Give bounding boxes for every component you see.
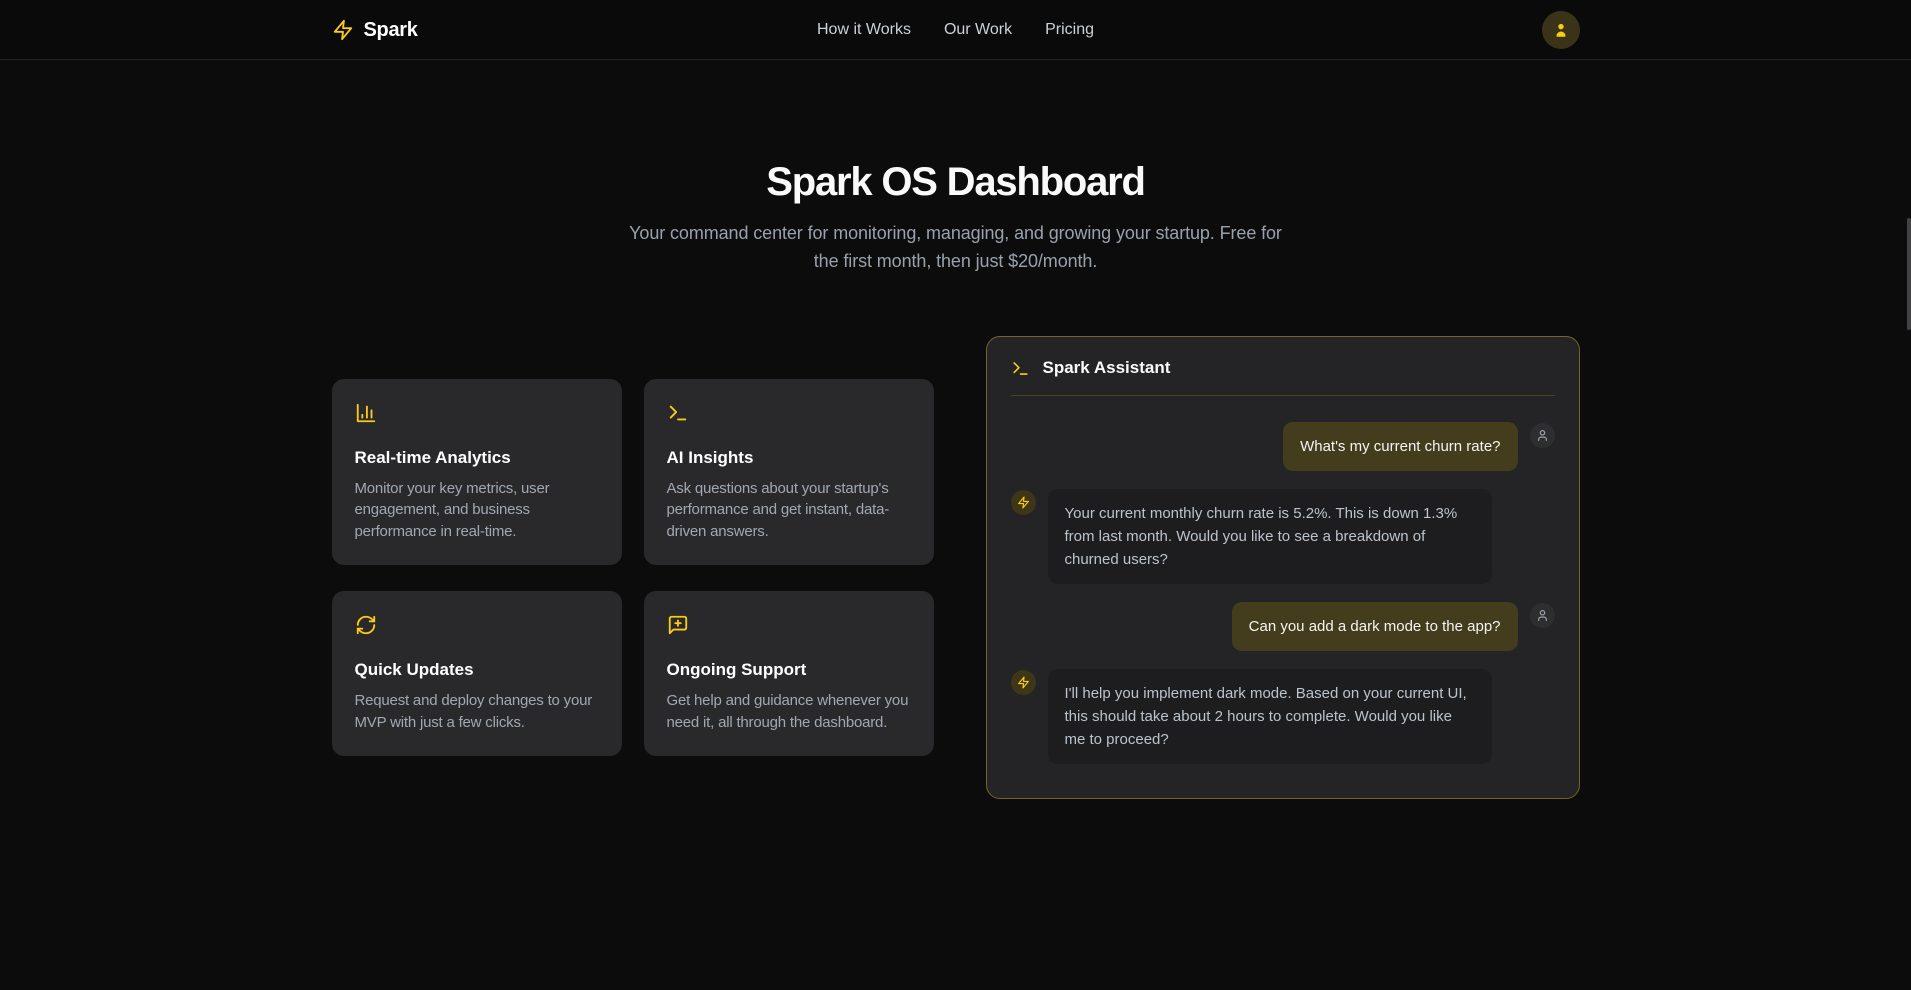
user-icon [1530, 423, 1555, 448]
subtitle-line-2: the first month, then just $20/month. [0, 247, 1911, 275]
feature-card-ongoing-support: Ongoing Support Get help and guidance wh… [644, 591, 934, 756]
scrollbar[interactable] [1907, 218, 1911, 330]
spark-assistant-panel: Spark Assistant What's my current churn … [986, 336, 1580, 799]
card-title: AI Insights [667, 448, 911, 468]
card-title: Real-time Analytics [355, 448, 599, 468]
hero-section: Spark OS Dashboard Your command center f… [0, 60, 1911, 275]
feature-cards-grid: Real-time Analytics Monitor your key met… [332, 379, 934, 757]
zap-icon [1011, 670, 1036, 695]
main-content: Real-time Analytics Monitor your key met… [332, 336, 1580, 799]
chat-message-user: What's my current churn rate? [1011, 422, 1555, 471]
card-description: Get help and guidance whenever you need … [667, 690, 911, 733]
assistant-message-bubble: I'll help you implement dark mode. Based… [1048, 669, 1492, 764]
refresh-icon [355, 614, 377, 636]
user-message-bubble: Can you add a dark mode to the app? [1232, 602, 1518, 651]
card-title: Ongoing Support [667, 660, 911, 680]
chat-message-assistant: I'll help you implement dark mode. Based… [1011, 669, 1555, 764]
divider [1011, 395, 1555, 396]
card-description: Ask questions about your startup's perfo… [667, 478, 911, 543]
zap-icon [332, 19, 354, 41]
main-nav: How it Works Our Work Pricing [817, 21, 1094, 39]
user-icon [1530, 603, 1555, 628]
feature-card-quick-updates: Quick Updates Request and deploy changes… [332, 591, 622, 756]
account-avatar-button[interactable] [1542, 11, 1580, 49]
navbar-container: Spark How it Works Our Work Pricing [332, 0, 1580, 60]
zap-icon [1011, 490, 1036, 515]
page-title: Spark OS Dashboard [0, 158, 1911, 206]
brand-name: Spark [364, 19, 418, 42]
nav-link-how-it-works[interactable]: How it Works [817, 21, 911, 39]
bar-chart-icon [355, 402, 377, 424]
assistant-header: Spark Assistant [1011, 358, 1555, 378]
feature-card-real-time-analytics: Real-time Analytics Monitor your key met… [332, 379, 622, 566]
terminal-icon [667, 402, 689, 424]
nav-link-pricing[interactable]: Pricing [1045, 21, 1094, 39]
assistant-message-bubble: Your current monthly churn rate is 5.2%.… [1048, 489, 1492, 584]
terminal-icon [1011, 359, 1030, 378]
assistant-title: Spark Assistant [1043, 358, 1171, 378]
user-message-bubble: What's my current churn rate? [1283, 422, 1517, 471]
card-description: Monitor your key metrics, user engagemen… [355, 478, 599, 543]
chat-message-user: Can you add a dark mode to the app? [1011, 602, 1555, 651]
navbar: Spark How it Works Our Work Pricing [0, 0, 1911, 60]
chat-message-assistant: Your current monthly churn rate is 5.2%.… [1011, 489, 1555, 584]
card-title: Quick Updates [355, 660, 599, 680]
user-icon [1552, 21, 1570, 39]
message-square-plus-icon [667, 614, 689, 636]
card-description: Request and deploy changes to your MVP w… [355, 690, 599, 733]
subtitle-line-1: Your command center for monitoring, mana… [0, 219, 1911, 247]
chat-messages: What's my current churn rate? Your curre… [1011, 422, 1555, 764]
page-subtitle: Your command center for monitoring, mana… [0, 219, 1911, 275]
brand[interactable]: Spark [332, 19, 818, 42]
nav-link-our-work[interactable]: Our Work [944, 21, 1012, 39]
feature-card-ai-insights: AI Insights Ask questions about your sta… [644, 379, 934, 566]
navbar-right [1094, 11, 1580, 49]
